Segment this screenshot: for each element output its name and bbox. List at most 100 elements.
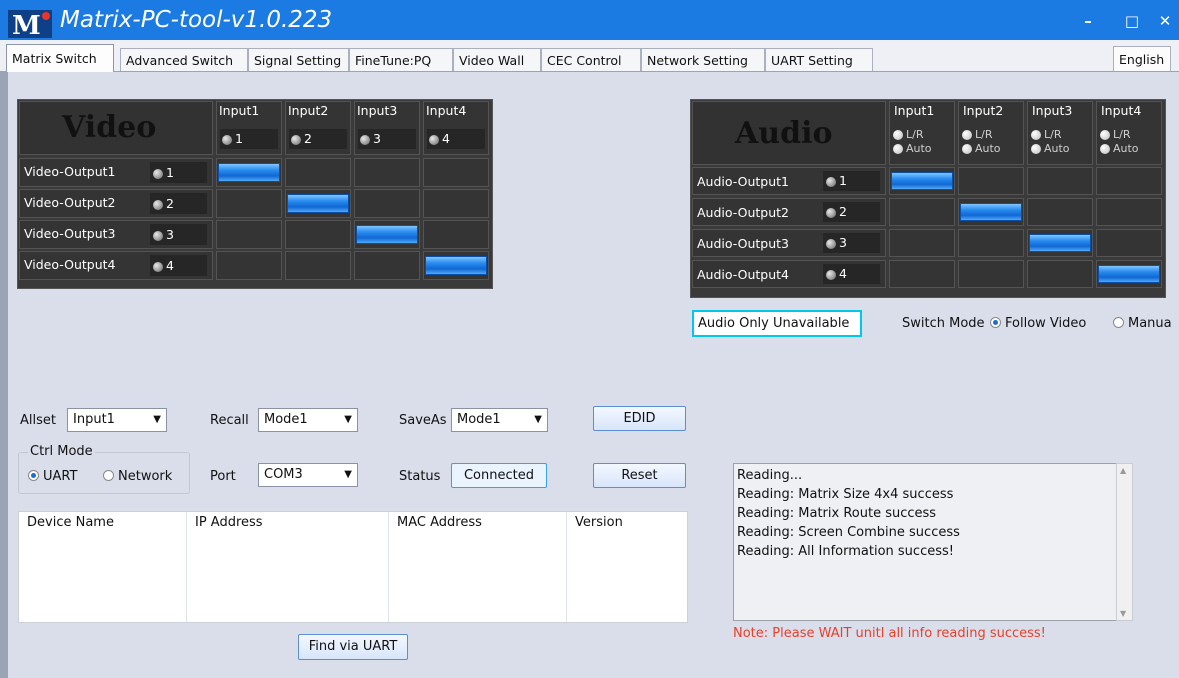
video-input-select[interactable]: 2 [289, 129, 347, 149]
audio-input-option[interactable]: L/R [1100, 128, 1130, 141]
audio-route-selected[interactable] [1029, 234, 1091, 252]
audio-route-cell[interactable] [889, 198, 955, 226]
find-via-uart-button[interactable]: Find via UART [298, 634, 408, 660]
video-output-select[interactable]: 3 [150, 224, 207, 245]
audio-input-option[interactable]: Auto [962, 142, 1001, 155]
audio-output-label: Audio-Output1 [697, 174, 789, 189]
svg-text:M: M [12, 11, 41, 38]
audio-route-cell[interactable] [1096, 229, 1162, 257]
video-route-cell[interactable] [216, 189, 282, 218]
video-input-select[interactable]: 1 [220, 129, 278, 149]
tab-uart-setting[interactable]: UART Setting [765, 48, 873, 71]
video-route-cell[interactable] [216, 220, 282, 249]
audio-output-select[interactable]: 3 [823, 233, 880, 253]
audio-route-cell[interactable] [958, 229, 1024, 257]
audio-route-cell[interactable] [889, 260, 955, 288]
scroll-up-icon[interactable]: ▲ [1120, 466, 1126, 475]
language-button[interactable]: English [1113, 46, 1171, 71]
log-box[interactable]: Reading... Reading: Matrix Size 4x4 succ… [733, 463, 1117, 621]
video-route-cell[interactable] [285, 220, 351, 249]
network-label: Network [118, 469, 173, 484]
maximize-button[interactable]: □ [1122, 11, 1142, 31]
video-input-select[interactable]: 3 [358, 129, 416, 149]
audio-route-selected[interactable] [960, 203, 1022, 221]
video-input-select[interactable]: 4 [427, 129, 485, 149]
audio-route-cell[interactable] [1027, 260, 1093, 288]
audio-output-select[interactable]: 4 [823, 264, 880, 284]
tab-finetune-pq[interactable]: FineTune:PQ [349, 48, 453, 71]
network-radio[interactable]: Network [103, 469, 172, 484]
audio-output-select[interactable]: 2 [823, 202, 880, 222]
column-header-device-name[interactable]: Device Name [27, 515, 114, 530]
uart-radio[interactable]: UART [28, 469, 77, 484]
led-indicator-icon [153, 230, 163, 241]
video-route-cell[interactable] [423, 220, 489, 249]
chevron-down-icon: ▼ [344, 414, 352, 425]
app-logo-icon: M [8, 10, 52, 38]
video-route-cell[interactable] [285, 158, 351, 187]
edid-button[interactable]: EDID [593, 406, 686, 431]
audio-input-option[interactable]: L/R [893, 128, 923, 141]
audio-input-option[interactable]: L/R [1031, 128, 1061, 141]
wait-note: Note: Please WAIT unitl all info reading… [733, 626, 1046, 641]
video-output-select[interactable]: 2 [150, 193, 207, 214]
status-label: Status [399, 469, 441, 484]
audio-output-select[interactable]: 1 [823, 171, 880, 191]
video-output-select[interactable]: 4 [150, 255, 207, 276]
follow-video-radio[interactable]: Follow Video [990, 316, 1086, 331]
audio-route-selected[interactable] [891, 172, 953, 190]
reset-button[interactable]: Reset [593, 463, 686, 488]
column-divider [566, 512, 567, 622]
close-button[interactable]: ✕ [1155, 11, 1175, 31]
audio-route-cell[interactable] [1096, 198, 1162, 226]
column-header-ip-address[interactable]: IP Address [195, 515, 263, 530]
video-route-cell[interactable] [354, 189, 420, 218]
saveas-select[interactable]: Mode1 ▼ [451, 408, 548, 432]
recall-select[interactable]: Mode1 ▼ [258, 408, 358, 432]
audio-input-option[interactable]: Auto [893, 142, 932, 155]
video-route-selected[interactable] [356, 225, 418, 244]
audio-route-cell[interactable] [958, 260, 1024, 288]
video-output-select[interactable]: 1 [150, 162, 207, 183]
tab-cec-control[interactable]: CEC Control [541, 48, 641, 71]
audio-route-selected[interactable] [1098, 265, 1160, 283]
video-output-number: 4 [166, 258, 174, 273]
video-input-number: 4 [442, 131, 450, 146]
tab-video-wall[interactable]: Video Wall [453, 48, 541, 71]
audio-input-option[interactable]: Auto [1031, 142, 1070, 155]
column-header-version[interactable]: Version [575, 515, 623, 530]
video-route-cell[interactable] [423, 158, 489, 187]
audio-route-cell[interactable] [1027, 167, 1093, 195]
led-indicator-icon [222, 134, 232, 145]
manual-radio[interactable]: Manua [1113, 316, 1172, 331]
tab-network-setting[interactable]: Network Setting [641, 48, 765, 71]
tab-signal-setting[interactable]: Signal Setting [248, 48, 349, 71]
option-radio-icon [893, 130, 903, 140]
tab-advanced-switch[interactable]: Advanced Switch [120, 48, 248, 71]
video-route-cell[interactable] [423, 189, 489, 218]
minimize-button[interactable]: – [1078, 11, 1098, 31]
video-route-selected[interactable] [425, 256, 487, 275]
log-scrollbar[interactable]: ▲ ▼ [1116, 463, 1133, 621]
video-route-selected[interactable] [218, 163, 280, 182]
audio-route-cell[interactable] [889, 229, 955, 257]
video-route-selected[interactable] [287, 194, 349, 213]
audio-input-label: Input1 [894, 103, 935, 118]
tab-matrix-switch[interactable]: Matrix Switch [6, 44, 114, 72]
uart-label: UART [43, 469, 78, 484]
allset-select[interactable]: Input1 ▼ [67, 408, 167, 432]
video-route-cell[interactable] [354, 158, 420, 187]
video-route-cell[interactable] [354, 251, 420, 280]
scroll-down-icon[interactable]: ▼ [1120, 609, 1126, 618]
audio-route-cell[interactable] [958, 167, 1024, 195]
audio-only-button[interactable]: Audio Only Unavailable [692, 310, 862, 337]
video-route-cell[interactable] [285, 251, 351, 280]
port-select[interactable]: COM3 ▼ [258, 463, 358, 487]
column-header-mac-address[interactable]: MAC Address [397, 515, 482, 530]
audio-input-option[interactable]: Auto [1100, 142, 1139, 155]
audio-route-cell[interactable] [1027, 198, 1093, 226]
audio-route-cell[interactable] [1096, 167, 1162, 195]
recall-label: Recall [210, 413, 249, 428]
audio-input-option[interactable]: L/R [962, 128, 992, 141]
video-route-cell[interactable] [216, 251, 282, 280]
